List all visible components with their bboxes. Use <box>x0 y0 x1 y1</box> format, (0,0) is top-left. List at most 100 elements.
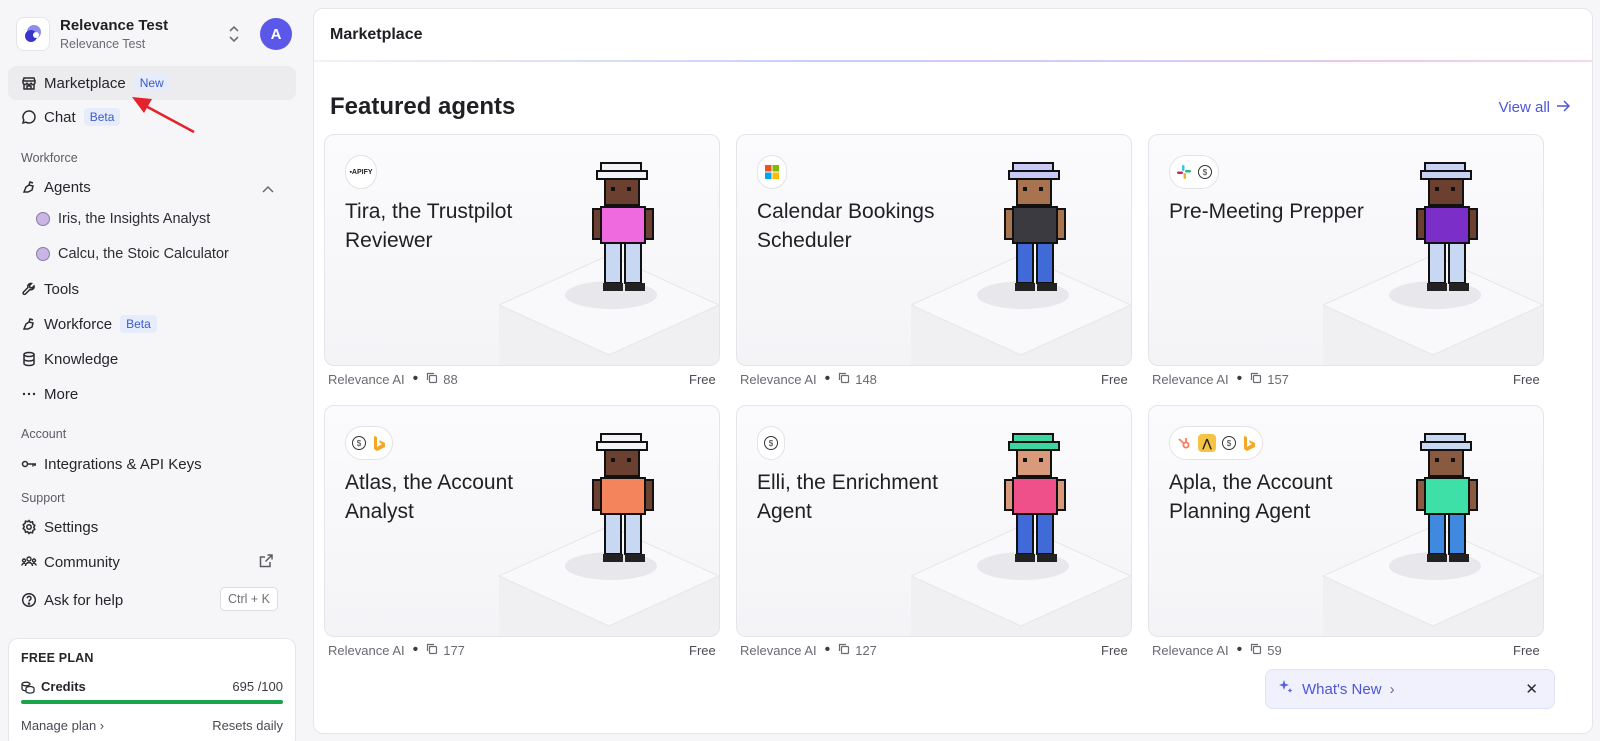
apollo-icon: ⋀ <box>1198 434 1216 452</box>
beta-badge: Beta <box>83 108 121 126</box>
nav-ask-help[interactable]: Ask for help Ctrl + K <box>8 583 296 617</box>
annotation-arrow-icon <box>132 97 195 134</box>
apify-icon: ▪APIFY <box>349 168 373 176</box>
agent-pixel-avatar <box>1411 432 1483 572</box>
header-divider <box>314 60 1592 62</box>
clone-count: 59 <box>1267 642 1282 658</box>
agent-price: Free <box>1513 643 1540 658</box>
user-avatar[interactable]: A <box>260 18 292 50</box>
agent-price: Free <box>689 643 716 658</box>
whats-new-label: What's New <box>1302 680 1382 698</box>
integration-icons: ⋀ $ <box>1169 426 1263 460</box>
key-icon <box>20 455 38 473</box>
coins-icon <box>21 681 35 694</box>
chevron-right-icon: › <box>99 718 105 733</box>
bing-icon <box>372 435 386 451</box>
clone-count: 127 <box>855 642 877 658</box>
section-workforce: Workforce <box>21 151 78 165</box>
store-icon <box>20 74 38 92</box>
agent-card[interactable]: ⋀ $ Apla, the Account Planning Agent <box>1148 405 1544 637</box>
nav-agents-label: Agents <box>44 178 91 196</box>
copy-icon <box>426 372 438 387</box>
workspace-switcher[interactable]: Relevance Test Relevance Test A <box>8 10 296 58</box>
copy-icon <box>426 643 438 658</box>
chat-icon <box>20 108 38 126</box>
nav-settings[interactable]: Settings <box>8 510 296 544</box>
copy-icon <box>1250 643 1262 658</box>
beta-badge: Beta <box>120 315 157 333</box>
gear-icon <box>20 518 38 536</box>
agent-card[interactable]: $ Pre-Meeting Prepper <box>1148 134 1544 366</box>
nav-settings-label: Settings <box>44 518 99 536</box>
clone-count: 148 <box>855 371 877 387</box>
close-icon[interactable]: ✕ <box>1525 680 1538 698</box>
nav-workforce-label: Workforce <box>44 315 113 333</box>
agent-card-meta: Relevance AI • 148 <box>740 370 877 387</box>
agent-price: Free <box>1101 372 1128 387</box>
nav-workforce[interactable]: Workforce Beta <box>8 307 296 341</box>
whats-new-banner[interactable]: What's New › ✕ <box>1265 669 1555 709</box>
section-support: Support <box>21 491 65 505</box>
clone-count: 157 <box>1267 371 1289 387</box>
sparkle-icon <box>1278 679 1294 699</box>
agent-item-iris[interactable]: Iris, the Insights Analyst <box>36 204 210 234</box>
copy-icon <box>1250 372 1262 387</box>
workforce-icon <box>20 315 38 333</box>
bing-icon <box>1242 435 1256 451</box>
credits-progress-fill <box>21 700 283 704</box>
agent-price: Free <box>1101 643 1128 658</box>
slack-icon <box>1176 164 1192 180</box>
dollar-circle-icon: $ <box>764 436 778 450</box>
agent-item-label: Calcu, the Stoic Calculator <box>58 246 229 262</box>
agent-pixel-avatar <box>999 161 1071 301</box>
view-all-link[interactable]: View all <box>1499 99 1571 116</box>
nav-knowledge[interactable]: Knowledge <box>8 342 296 376</box>
agent-card[interactable]: Calendar Bookings Scheduler <box>736 134 1132 366</box>
credits-value: 695 /100 <box>232 679 283 694</box>
agent-card[interactable]: ▪APIFY Tira, the Trustpilot Reviewer <box>324 134 720 366</box>
agent-card-title: Pre-Meeting Prepper <box>1169 200 1364 223</box>
workspace-name: Relevance Test <box>60 17 169 34</box>
copy-icon <box>838 372 850 387</box>
nav-integrations[interactable]: Integrations & API Keys <box>8 447 296 481</box>
page-title: Marketplace <box>314 9 1592 61</box>
nav-community[interactable]: Community <box>8 545 296 579</box>
nav-agents[interactable]: Agents <box>8 170 296 204</box>
chevron-up-icon[interactable] <box>262 180 274 197</box>
main-panel: Marketplace Featured agents View all ▪AP… <box>313 8 1593 734</box>
agent-item-label: Iris, the Insights Analyst <box>58 211 211 227</box>
nav-marketplace-label: Marketplace <box>44 74 126 92</box>
external-link-icon[interactable] <box>258 553 274 573</box>
arrow-right-icon <box>1556 99 1571 116</box>
agent-pixel-avatar <box>1411 161 1483 301</box>
integration-icons: $ <box>757 426 785 460</box>
agent-card-meta: Relevance AI • 88 <box>328 370 458 387</box>
agent-card[interactable]: $ Elli, the Enrichment Agent <box>736 405 1132 637</box>
clone-count: 88 <box>443 371 458 387</box>
chevron-updown-icon[interactable] <box>224 24 244 44</box>
agent-pixel-avatar <box>999 432 1071 572</box>
microsoft-icon <box>764 164 780 180</box>
section-title: Featured agents <box>330 93 516 120</box>
nav-more-label: More <box>44 385 79 403</box>
nav-chat-label: Chat <box>44 108 76 126</box>
integration-icons: ▪APIFY <box>345 155 377 189</box>
dollar-circle-icon: $ <box>352 436 366 450</box>
manage-plan-link[interactable]: Manage plan › <box>21 718 104 733</box>
agent-card[interactable]: $ Atlas, the Account Analyst <box>324 405 720 637</box>
agent-price: Free <box>1513 372 1540 387</box>
agent-author: Relevance AI <box>1152 371 1229 387</box>
agent-price: Free <box>689 372 716 387</box>
new-badge: New <box>133 74 170 92</box>
agent-author: Relevance AI <box>328 371 405 387</box>
section-account: Account <box>21 427 67 441</box>
workspace-logo-icon <box>16 17 50 51</box>
nav-more[interactable]: More <box>8 377 296 411</box>
resets-text: Resets daily <box>212 718 283 733</box>
workspace-subtitle: Relevance Test <box>60 37 146 51</box>
agent-author: Relevance AI <box>740 371 817 387</box>
agent-item-calcu[interactable]: Calcu, the Stoic Calculator <box>36 239 229 269</box>
plan-title: FREE PLAN <box>21 651 94 665</box>
agent-card-meta: Relevance AI • 177 <box>328 641 465 658</box>
nav-tools[interactable]: Tools <box>8 272 296 306</box>
